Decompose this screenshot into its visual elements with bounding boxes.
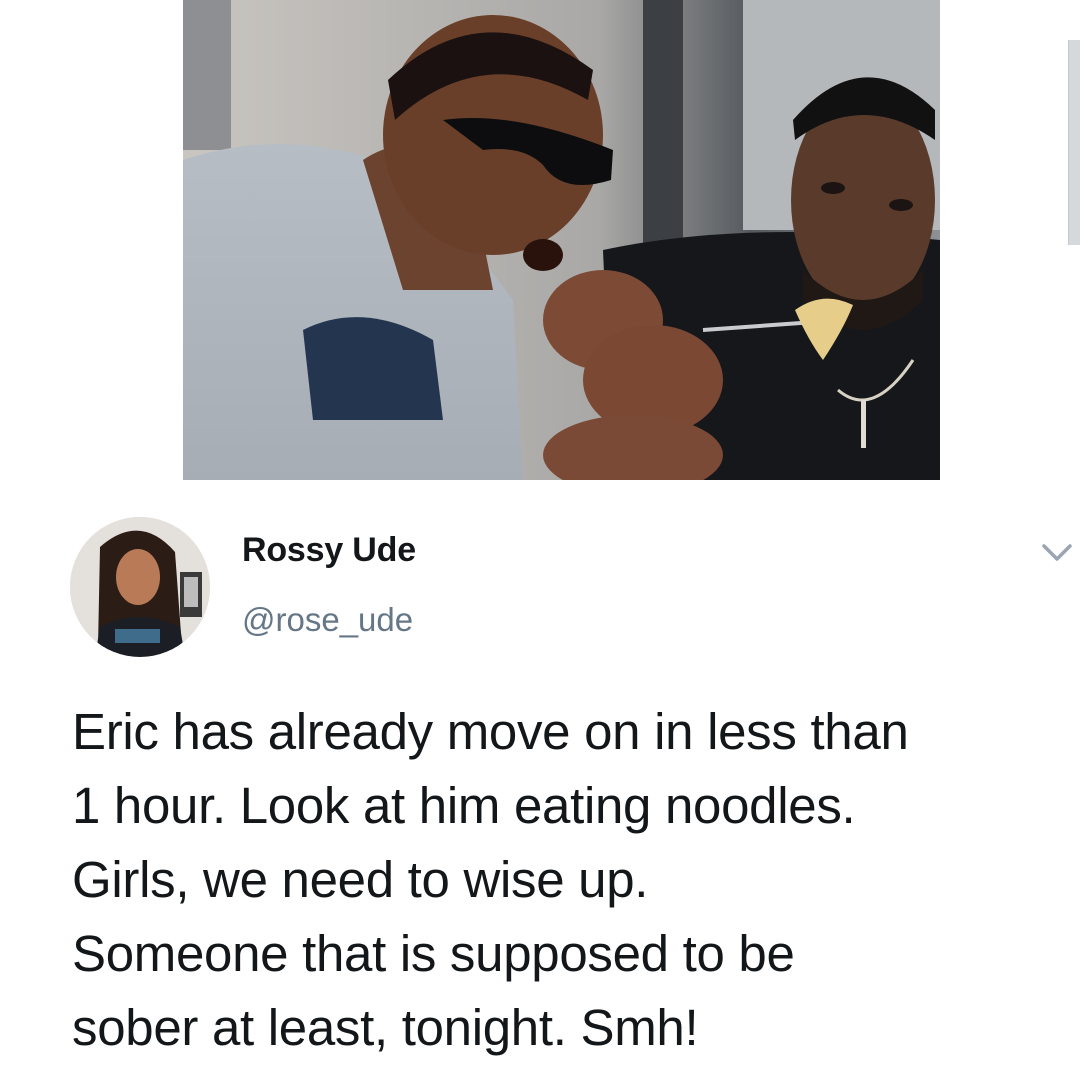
tweet-text-line: sober at least, tonight. Smh! [72,999,699,1056]
tweet-text-line: 1 hour. Look at him eating noodles. [72,777,856,834]
tweet-photo[interactable] [183,0,940,480]
tweet-text: Eric has already move on in less than 1 … [72,695,1062,1065]
chevron-down-icon [1042,544,1072,561]
tweet-text-line: Eric has already move on in less than [72,703,909,760]
author-avatar[interactable] [70,517,210,657]
scrollbar[interactable] [1068,40,1080,245]
profile-photo-avatar-icon [70,517,210,657]
tweet-text-line: Girls, we need to wise up. [72,851,649,908]
tweet-menu-button[interactable] [1040,540,1074,566]
author-display-name[interactable]: Rossy Ude [242,531,416,570]
tweet-text-line: Someone that is supposed to be [72,925,795,982]
photo-image [183,0,940,480]
author-handle[interactable]: @rose_ude [242,601,413,639]
